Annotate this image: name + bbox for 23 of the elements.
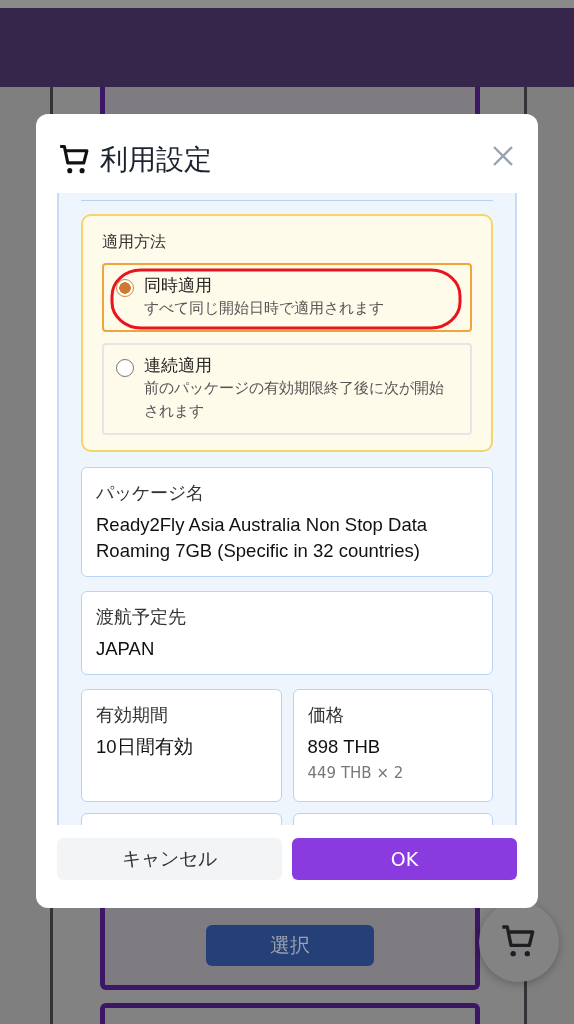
price-breakdown: 449 THB × 2 bbox=[307, 764, 405, 782]
option-title: 同時適用 bbox=[144, 274, 213, 297]
dialog-title: 利用設定 bbox=[100, 141, 213, 178]
destination-value: JAPAN bbox=[96, 637, 156, 661]
radio-option[interactable]: 同時適用 すべて同じ開始日時で適用されます bbox=[102, 263, 472, 332]
option-title: 連続適用 bbox=[144, 354, 213, 377]
ok-button[interactable]: OK bbox=[292, 838, 517, 880]
price-value: 898 THB bbox=[307, 735, 382, 759]
cancel-button[interactable]: キャンセル bbox=[57, 838, 282, 880]
close-icon[interactable] bbox=[492, 144, 514, 167]
package-name: Ready2Fly Asia Australia Non Stop Data Roaming 7GB (Specific in 32 countries) bbox=[96, 513, 429, 563]
radio-button[interactable] bbox=[116, 279, 134, 297]
radio-button[interactable] bbox=[116, 359, 134, 377]
select-button[interactable]: 選択 bbox=[206, 925, 374, 966]
validity-label: 有効期間 bbox=[96, 703, 169, 727]
package-label: パッケージ名 bbox=[96, 481, 205, 505]
destination-label: 渡航予定先 bbox=[96, 605, 187, 629]
option-description: 前のパッケージの有効期限終了後に次が開始されます bbox=[144, 378, 445, 422]
validity-value: 10日間有効 bbox=[96, 735, 194, 759]
option-description: すべて同じ開始日時で適用されます bbox=[144, 298, 384, 319]
radio-option[interactable]: 連続適用 前のパッケージの有効期限終了後に次が開始されます bbox=[102, 343, 472, 435]
apply-method-label: 適用方法 bbox=[102, 232, 167, 253]
price-label: 価格 bbox=[307, 703, 345, 727]
